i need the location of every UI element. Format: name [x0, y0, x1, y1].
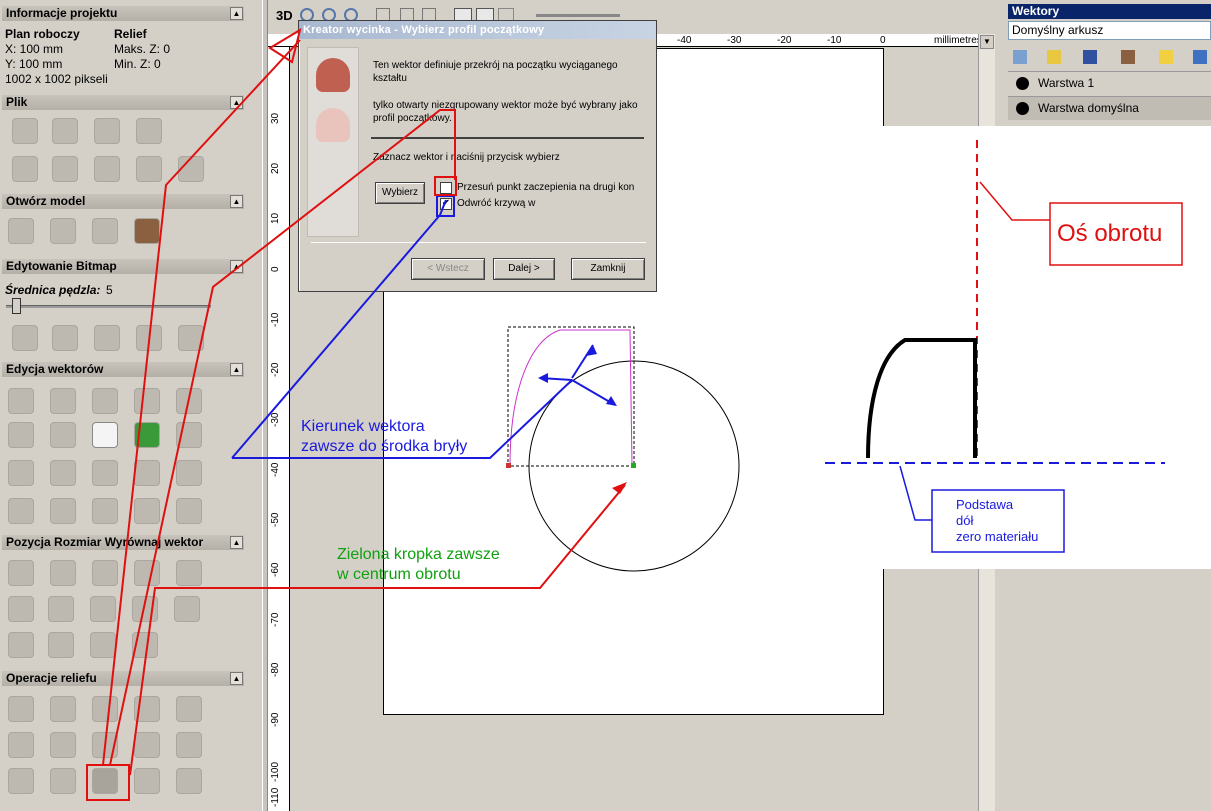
vector-direction-note: Kierunek wektora zawsze do środka bryły	[301, 418, 468, 455]
blue-arrow	[571, 344, 594, 379]
blue-highlight-box	[436, 195, 455, 217]
axis-leader	[979, 181, 1050, 221]
green-dot-note: Zielona kropka zawsze w centrum obrotu	[337, 546, 500, 583]
green-dot-marker	[631, 463, 636, 468]
base-leader	[899, 465, 932, 521]
base-note: Podstawa dół zero materiału	[956, 497, 1039, 544]
red-leader	[129, 484, 626, 776]
selection-box	[507, 326, 635, 467]
profile-shape	[866, 338, 977, 459]
arrowhead	[612, 482, 627, 494]
start-point-marker	[506, 463, 511, 468]
annotation-overlay	[86, 27, 1183, 801]
red-highlight-box	[434, 176, 457, 196]
axis-note: Oś obrotu	[1057, 220, 1163, 247]
profile-vector	[509, 329, 633, 466]
red-highlight-box	[86, 764, 130, 801]
arrowhead	[538, 373, 548, 383]
